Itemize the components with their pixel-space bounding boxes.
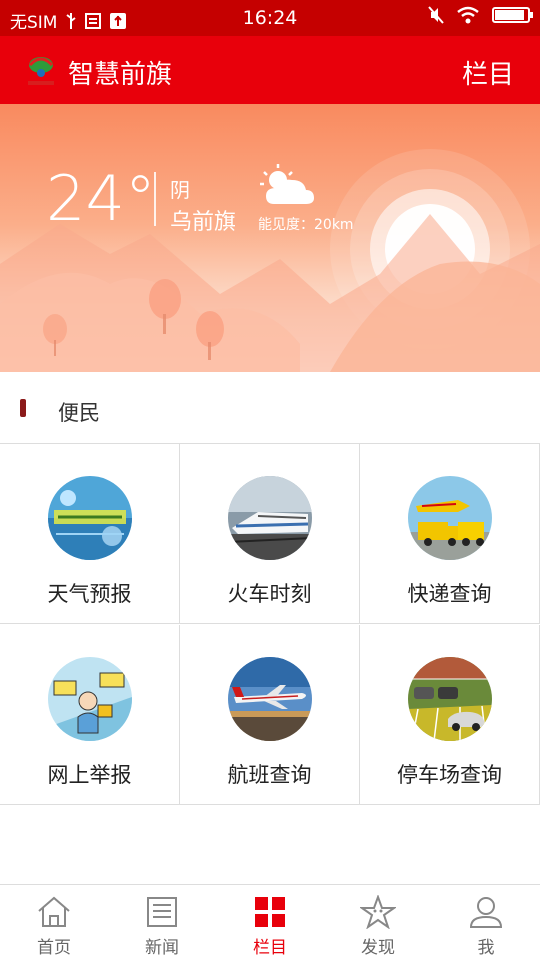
grid-icon bbox=[255, 897, 285, 927]
service-online-report[interactable]: 网上举报 bbox=[0, 625, 180, 805]
service-label: 网上举报 bbox=[47, 763, 132, 787]
service-label: 天气预报 bbox=[47, 582, 132, 606]
tab-label: 新闻 bbox=[145, 938, 179, 958]
weather-banner[interactable]: 24° 阴 乌前旗 能见度：20km bbox=[0, 104, 540, 372]
wifi-icon bbox=[457, 6, 479, 24]
status-bar: 无SIM 16:24 bbox=[0, 0, 540, 36]
service-label: 火车时刻 bbox=[227, 582, 312, 606]
service-grid: 天气预报 火车时刻 快递查询 网上举报 航班查询 停车场查询 bbox=[0, 444, 540, 805]
tab-label: 我 bbox=[477, 938, 495, 958]
parking-icon bbox=[408, 657, 492, 741]
tab-columns[interactable]: 栏目 bbox=[216, 885, 324, 961]
app-bar: 智慧前旗 栏目 bbox=[0, 36, 540, 104]
service-train-schedule[interactable]: 火车时刻 bbox=[180, 444, 360, 624]
weather-condition: 阴 bbox=[170, 178, 190, 202]
temperature: 24° bbox=[46, 162, 156, 235]
tab-me[interactable]: 我 bbox=[432, 885, 540, 961]
service-parking-query[interactable]: 停车场查询 bbox=[360, 625, 540, 805]
online-report-icon bbox=[48, 657, 132, 741]
discover-icon bbox=[360, 895, 396, 929]
tab-home[interactable]: 首页 bbox=[0, 885, 108, 961]
section-title: 便民 bbox=[58, 401, 100, 425]
tab-label: 栏目 bbox=[253, 938, 287, 958]
tab-discover[interactable]: 发现 bbox=[324, 885, 432, 961]
service-flight-query[interactable]: 航班查询 bbox=[180, 625, 360, 805]
status-right bbox=[428, 6, 533, 24]
weather-forecast-icon bbox=[48, 476, 132, 560]
weather-divider bbox=[154, 172, 156, 226]
home-icon bbox=[38, 896, 70, 927]
weather-background-illustration bbox=[0, 149, 540, 372]
bottom-tab-bar: 首页 新闻 栏目 发现 我 bbox=[0, 884, 540, 960]
section-marker bbox=[20, 399, 26, 417]
partly-cloudy-icon bbox=[260, 164, 314, 204]
flight-icon bbox=[228, 657, 312, 741]
mute-icon bbox=[428, 6, 444, 24]
tab-news[interactable]: 新闻 bbox=[108, 885, 216, 961]
news-icon bbox=[147, 897, 177, 927]
service-label: 快递查询 bbox=[407, 582, 492, 606]
battery-icon bbox=[492, 7, 533, 23]
tab-label: 发现 bbox=[361, 938, 395, 958]
app-logo-icon bbox=[28, 57, 54, 85]
service-express-query[interactable]: 快递查询 bbox=[360, 444, 540, 624]
service-weather-forecast[interactable]: 天气预报 bbox=[0, 444, 180, 624]
service-label: 停车场查询 bbox=[397, 763, 502, 787]
user-icon bbox=[469, 897, 503, 928]
columns-menu-button[interactable]: 栏目 bbox=[462, 54, 514, 91]
service-label: 航班查询 bbox=[227, 763, 312, 787]
app-title: 智慧前旗 bbox=[68, 60, 173, 90]
weather-city: 乌前旗 bbox=[170, 210, 237, 235]
tab-label: 首页 bbox=[37, 938, 71, 958]
section-header: 便民 bbox=[0, 372, 540, 444]
visibility-text: 能见度：20km bbox=[258, 217, 354, 233]
express-delivery-icon bbox=[408, 476, 492, 560]
train-icon bbox=[228, 476, 312, 560]
